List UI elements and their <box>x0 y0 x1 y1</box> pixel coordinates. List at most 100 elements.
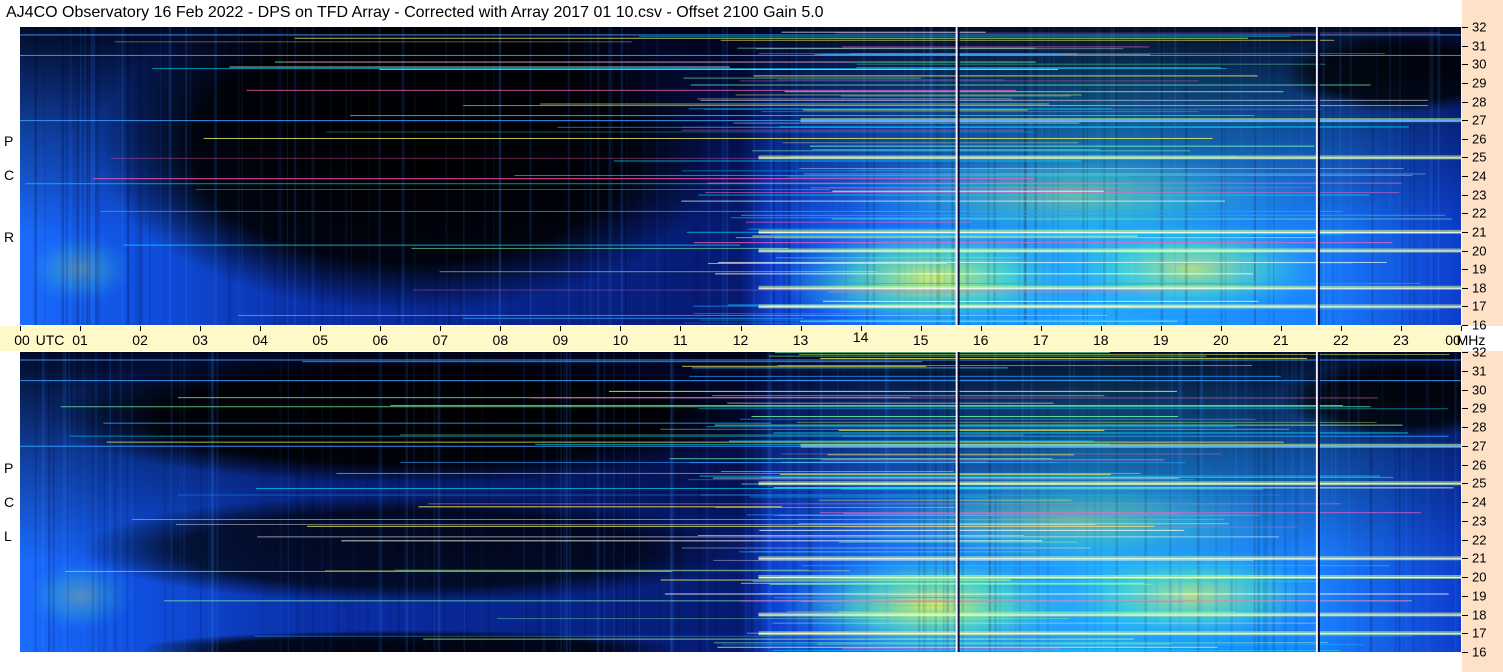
interference-line <box>718 261 1387 263</box>
interference-line <box>395 569 810 571</box>
frequency-tick-label: 24 <box>1472 494 1487 510</box>
frequency-tick-label: 24 <box>1472 168 1487 184</box>
vertical-streak <box>279 352 282 652</box>
vertical-streak <box>1412 352 1415 652</box>
interference-line <box>735 237 1316 239</box>
interference-line <box>858 486 1223 488</box>
vertical-streak <box>726 27 729 325</box>
interference-line <box>740 582 1144 584</box>
vertical-streak <box>137 27 141 325</box>
interference-line <box>698 194 1370 196</box>
interference-line <box>203 137 1213 139</box>
vertical-streak <box>993 27 997 325</box>
vertical-streak <box>1285 352 1288 652</box>
vertical-marker <box>955 352 958 652</box>
interference-line <box>745 221 971 223</box>
vertical-streak <box>567 27 570 325</box>
vertical-streak <box>601 352 603 652</box>
interference-line <box>747 228 1111 230</box>
vertical-streak <box>810 352 813 652</box>
interference-line <box>823 300 1259 302</box>
vertical-streak <box>1381 352 1383 652</box>
time-tick-mark <box>20 326 21 331</box>
interference-line <box>681 200 1226 202</box>
interference-line <box>123 244 741 246</box>
interference-line <box>759 529 1184 531</box>
vertical-streak <box>283 27 285 325</box>
vertical-streak <box>1430 27 1433 325</box>
vertical-streak <box>1234 352 1237 652</box>
vertical-streak <box>397 352 401 652</box>
vertical-streak <box>772 27 775 325</box>
interference-line <box>613 160 1082 162</box>
lcp-label: L C P <box>0 352 20 652</box>
vertical-streak <box>123 27 125 325</box>
interference-line <box>715 507 955 508</box>
frequency-tick-label: 21 <box>1472 550 1487 566</box>
vertical-streak <box>1036 352 1040 652</box>
strong-interference-line <box>758 633 1461 635</box>
interference-line <box>496 618 1069 620</box>
rcp-spectrogram-svg <box>20 27 1461 325</box>
vertical-streak <box>1112 27 1115 325</box>
vertical-streak <box>786 352 789 652</box>
vertical-streak <box>989 352 991 652</box>
vertical-streak <box>1334 352 1337 652</box>
time-tick-mark <box>620 326 622 331</box>
vertical-streak <box>62 352 65 652</box>
vertical-streak <box>189 27 192 325</box>
interference-line <box>810 187 1120 189</box>
interference-line <box>697 98 1013 100</box>
frequency-tick-mark <box>1462 595 1468 597</box>
vertical-streak <box>1349 27 1352 325</box>
vertical-streak <box>1371 27 1374 325</box>
vertical-streak <box>559 352 562 652</box>
vertical-streak <box>1253 27 1256 325</box>
interference-line <box>350 115 1255 117</box>
time-tick-mark <box>320 326 322 331</box>
interference-line <box>821 605 1051 607</box>
interference-line <box>751 416 1179 418</box>
vertical-streak <box>1294 352 1298 652</box>
vertical-streak <box>428 27 431 325</box>
strong-interference-line <box>758 614 1461 616</box>
vertical-streak <box>542 352 546 652</box>
vertical-streak <box>1178 352 1181 652</box>
vertical-streak <box>1413 27 1415 325</box>
vertical-streak <box>1331 352 1333 652</box>
frequency-tick-mark <box>1462 287 1468 289</box>
frequency-tick-mark <box>1462 213 1468 215</box>
vertical-streak <box>432 352 434 652</box>
vertical-streak <box>135 27 138 325</box>
vertical-streak <box>611 27 613 325</box>
vertical-streak <box>753 27 756 325</box>
vertical-streak <box>1110 27 1112 325</box>
strong-interference-line <box>758 231 1461 233</box>
vertical-streak <box>1288 27 1291 325</box>
interference-line <box>799 354 1450 356</box>
vertical-streak <box>311 352 314 652</box>
vertical-streak <box>500 27 502 325</box>
vertical-streak <box>1157 27 1161 325</box>
strong-interference-line <box>758 483 1461 485</box>
full-width-line <box>20 359 1461 361</box>
vertical-streak <box>473 27 475 325</box>
interference-line <box>777 79 1004 81</box>
vertical-streak <box>75 27 77 325</box>
vertical-streak <box>1038 27 1041 325</box>
vertical-streak <box>1427 27 1429 325</box>
interference-line <box>689 375 1281 377</box>
interference-line <box>697 535 1025 537</box>
vertical-streak <box>1155 352 1159 652</box>
vertical-streak <box>1018 352 1021 652</box>
vertical-streak <box>287 352 289 652</box>
vertical-streak <box>1401 27 1403 325</box>
interference-line <box>796 421 1377 423</box>
interference-line <box>720 39 1335 41</box>
interference-line <box>733 122 1080 124</box>
vertical-streak <box>1134 27 1137 325</box>
frequency-tick-mark <box>1462 389 1468 391</box>
vertical-streak <box>350 27 352 325</box>
interference-line <box>65 570 672 572</box>
interference-line <box>705 192 1400 194</box>
